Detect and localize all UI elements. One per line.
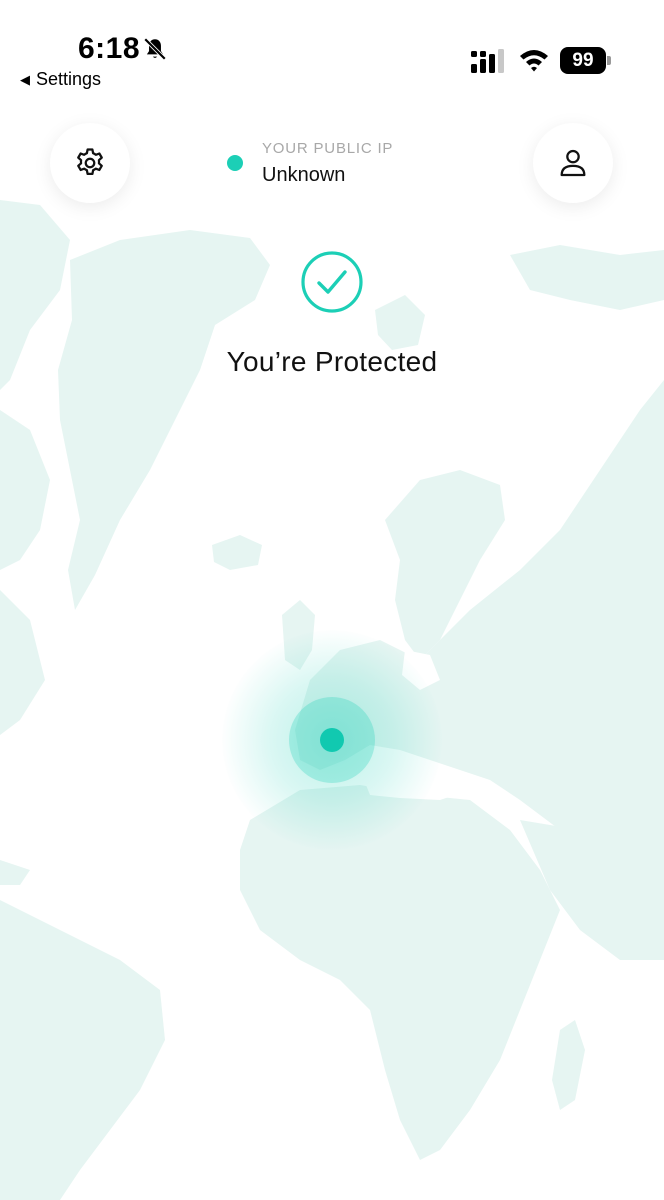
connection-status-title: You’re Protected — [226, 346, 438, 377]
status-bar: 6:18 ◀ Settings 99 — [0, 0, 664, 100]
land-canada-arctic — [0, 410, 50, 570]
settings-button[interactable] — [50, 123, 130, 203]
back-arrow-icon: ◀ — [20, 71, 30, 87]
land-arctic-islands — [510, 245, 664, 310]
ip-value: Unknown — [262, 164, 346, 186]
ip-status-dot — [227, 155, 243, 171]
check-circle-icon — [301, 251, 363, 313]
ip-label: YOUR PUBLIC IP — [262, 140, 394, 157]
battery-level: 99 — [560, 47, 606, 74]
location-dot[interactable] — [320, 728, 344, 752]
land-madagascar — [552, 1020, 585, 1110]
land-caribbean — [0, 860, 30, 885]
person-icon — [560, 149, 586, 177]
back-label: Settings — [36, 69, 102, 89]
status-time: 6:18 — [78, 32, 141, 65]
land-svalbard — [375, 295, 425, 350]
cellular-signal-icon — [471, 49, 504, 73]
land-labrador — [0, 590, 45, 735]
land-south-america — [0, 900, 165, 1200]
wifi-icon — [520, 50, 548, 72]
bell-slash-icon — [143, 37, 167, 61]
account-button[interactable] — [533, 123, 613, 203]
gear-icon — [77, 148, 103, 176]
land-iceland — [212, 535, 262, 570]
battery-icon: 99 — [560, 47, 612, 74]
land-africa — [240, 785, 560, 1160]
back-to-settings-link[interactable]: ◀ Settings — [20, 69, 101, 90]
